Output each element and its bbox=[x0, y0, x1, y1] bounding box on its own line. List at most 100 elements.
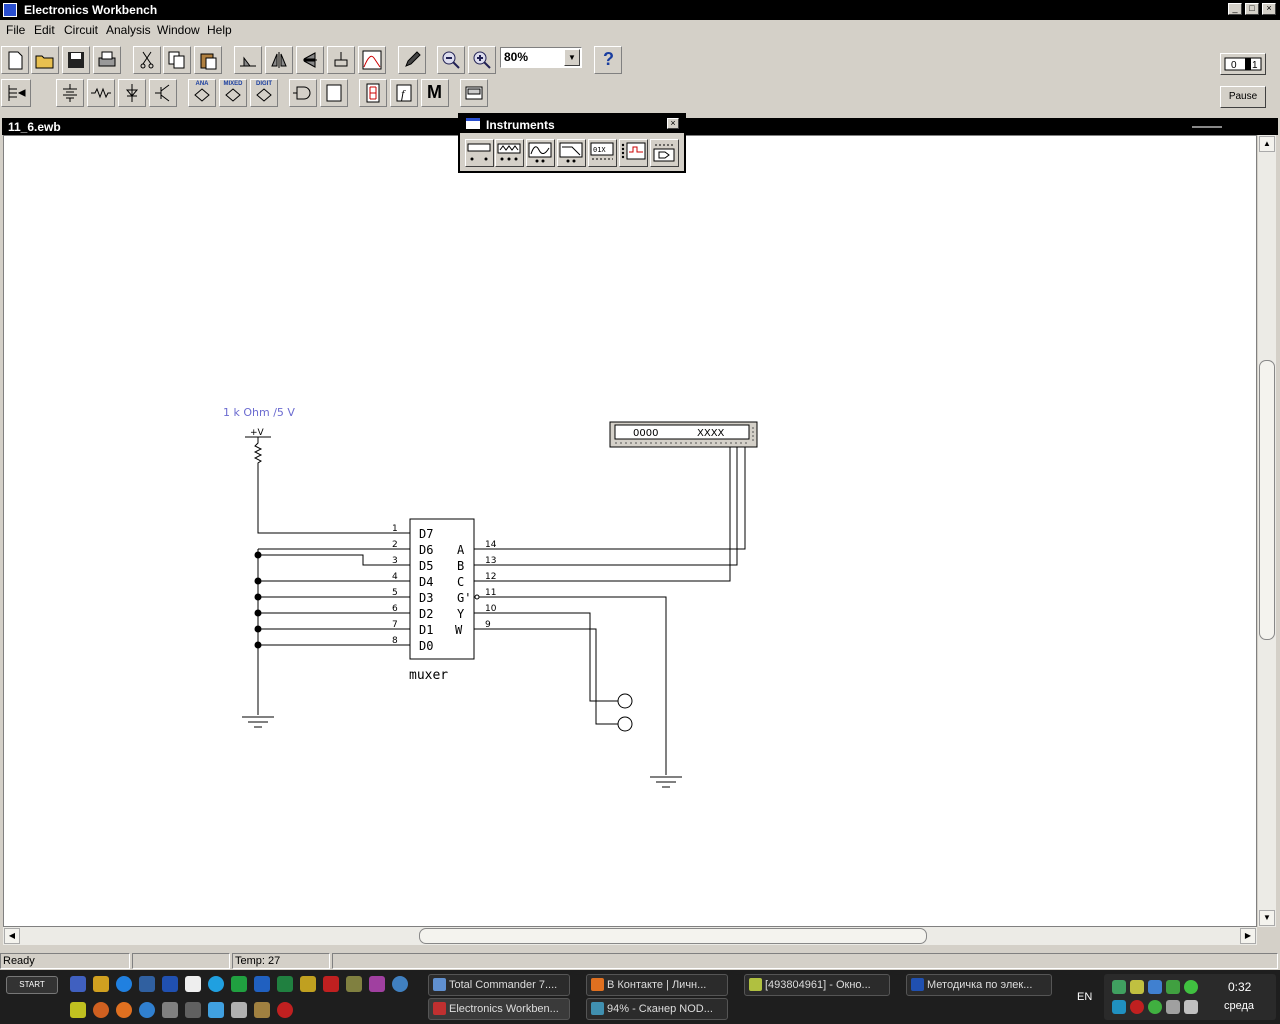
logic-gates-bin-button[interactable] bbox=[289, 79, 317, 107]
quicklaunch-excel-icon[interactable] bbox=[277, 976, 293, 992]
component-properties-button[interactable] bbox=[398, 46, 426, 74]
ground-right[interactable] bbox=[650, 776, 682, 788]
controls-bin-button[interactable]: f bbox=[390, 79, 418, 107]
tray-antivirus-icon[interactable] bbox=[1130, 1000, 1144, 1014]
subcircuit-button[interactable] bbox=[327, 46, 355, 74]
ground-left[interactable] bbox=[242, 716, 274, 728]
favorites-button[interactable] bbox=[1, 79, 31, 107]
circuit-canvas[interactable]: 1 k Ohm /5 V +V 1 2 3 4 5 6 7 8 D7 D6 D5… bbox=[3, 135, 1257, 927]
horizontal-scroll-thumb[interactable] bbox=[419, 928, 927, 944]
menu-window[interactable]: Window bbox=[157, 23, 200, 37]
instruments-close-icon[interactable]: × bbox=[667, 118, 679, 129]
tray-n-icon[interactable] bbox=[1166, 980, 1180, 994]
quicklaunch-mail-icon[interactable] bbox=[93, 1002, 109, 1018]
scroll-down-icon[interactable]: ▼ bbox=[1259, 910, 1275, 926]
flip-horizontal-button[interactable] bbox=[265, 46, 293, 74]
digital-ics-bin-button[interactable]: DIGIT bbox=[250, 79, 278, 107]
task-vkontakte[interactable]: В Контакте | Личн... bbox=[586, 974, 728, 996]
copy-button[interactable] bbox=[163, 46, 191, 74]
logic-converter-button[interactable] bbox=[650, 139, 679, 167]
save-button[interactable] bbox=[62, 46, 90, 74]
quicklaunch-calc-icon[interactable] bbox=[231, 1002, 247, 1018]
instruments-title-bar[interactable]: Instruments × bbox=[460, 115, 684, 133]
scroll-right-icon[interactable]: ▶ bbox=[1240, 928, 1256, 944]
minimize-icon[interactable]: _ bbox=[1228, 3, 1242, 15]
open-button[interactable] bbox=[31, 46, 59, 74]
quicklaunch-grid-icon[interactable] bbox=[185, 976, 201, 992]
quicklaunch-bug-icon[interactable] bbox=[70, 1002, 86, 1018]
scroll-left-icon[interactable]: ◀ bbox=[4, 928, 20, 944]
quicklaunch-photoshop-icon[interactable] bbox=[254, 976, 270, 992]
quicklaunch-lightning-icon[interactable] bbox=[93, 976, 109, 992]
tray-network-icon[interactable] bbox=[1112, 980, 1126, 994]
quicklaunch-firefox-icon[interactable] bbox=[116, 1002, 132, 1018]
transistors-bin-button[interactable] bbox=[149, 79, 177, 107]
print-button[interactable] bbox=[93, 46, 121, 74]
menu-file[interactable]: File bbox=[6, 23, 25, 37]
language-indicator[interactable]: EN bbox=[1077, 991, 1092, 1003]
task-nod-scanner[interactable]: 94% - Сканер NOD... bbox=[586, 998, 728, 1020]
quicklaunch-chip-icon[interactable] bbox=[254, 1002, 270, 1018]
quicklaunch-k2-icon[interactable] bbox=[139, 1002, 155, 1018]
new-button[interactable] bbox=[1, 46, 29, 74]
task-chat-window[interactable]: [493804961] - Окно... bbox=[744, 974, 890, 996]
quicklaunch-chat-icon[interactable] bbox=[208, 1002, 224, 1018]
flip-vertical-button[interactable] bbox=[296, 46, 324, 74]
vcc-source[interactable] bbox=[245, 436, 271, 469]
close-icon[interactable]: × bbox=[1262, 3, 1276, 15]
task-total-commander[interactable]: Total Commander 7.... bbox=[428, 974, 570, 996]
quicklaunch-tool-icon[interactable] bbox=[300, 976, 316, 992]
menu-edit[interactable]: Edit bbox=[34, 23, 55, 37]
pause-button[interactable]: Pause bbox=[1220, 86, 1266, 108]
tray-skype-icon[interactable] bbox=[1112, 1000, 1126, 1014]
sources-bin-button[interactable] bbox=[56, 79, 84, 107]
tray-bug-icon[interactable] bbox=[1130, 980, 1144, 994]
rotate-button[interactable] bbox=[234, 46, 262, 74]
quicklaunch-word-icon[interactable] bbox=[162, 976, 178, 992]
quicklaunch-desktop-icon[interactable] bbox=[139, 976, 155, 992]
task-word-document[interactable]: Методичка по элек... bbox=[906, 974, 1052, 996]
menu-help[interactable]: Help bbox=[207, 23, 232, 37]
zoom-select[interactable]: 80% ▼ bbox=[500, 47, 582, 68]
quicklaunch-save-icon[interactable] bbox=[70, 976, 86, 992]
quicklaunch-p-icon[interactable] bbox=[231, 976, 247, 992]
quicklaunch-film-icon[interactable] bbox=[185, 1002, 201, 1018]
activate-simulation-switch[interactable]: 01 bbox=[1220, 53, 1266, 75]
graph-button[interactable] bbox=[358, 46, 386, 74]
tray-icq-icon[interactable] bbox=[1148, 1000, 1162, 1014]
start-button[interactable]: START bbox=[6, 976, 58, 994]
tray-status-icon[interactable] bbox=[1184, 980, 1198, 994]
menu-analysis[interactable]: Analysis bbox=[106, 23, 151, 37]
quicklaunch-ie-icon[interactable] bbox=[116, 976, 132, 992]
miscellaneous-bin-button[interactable]: M bbox=[421, 79, 449, 107]
digital-bin-button[interactable] bbox=[320, 79, 348, 107]
quicklaunch-k-icon[interactable] bbox=[392, 976, 408, 992]
mixed-ics-bin-button[interactable]: MIXED bbox=[219, 79, 247, 107]
quicklaunch-winamp-icon[interactable] bbox=[369, 976, 385, 992]
bode-plotter-button[interactable] bbox=[557, 139, 586, 167]
word-generator-button[interactable]: 01X bbox=[588, 139, 617, 167]
chevron-down-icon[interactable]: ▼ bbox=[564, 49, 580, 66]
zoom-out-button[interactable] bbox=[437, 46, 465, 74]
quicklaunch-skype-icon[interactable] bbox=[208, 976, 224, 992]
word-generator[interactable]: 0000 XXXX bbox=[609, 421, 758, 448]
zoom-in-button[interactable] bbox=[468, 46, 496, 74]
document-minimize-icon[interactable] bbox=[1192, 126, 1222, 128]
function-generator-button[interactable] bbox=[495, 139, 524, 167]
paste-button[interactable] bbox=[194, 46, 222, 74]
quicklaunch-opera-icon[interactable] bbox=[277, 1002, 293, 1018]
oscilloscope-button[interactable] bbox=[526, 139, 555, 167]
indicators-bin-button[interactable] bbox=[359, 79, 387, 107]
instruments-bin-button[interactable] bbox=[460, 79, 488, 107]
quicklaunch-pen-icon[interactable] bbox=[162, 1002, 178, 1018]
task-electronics-workbench[interactable]: Electronics Workben... bbox=[428, 998, 570, 1020]
quicklaunch-sheet-icon[interactable] bbox=[323, 976, 339, 992]
vertical-scroll-thumb[interactable] bbox=[1259, 360, 1275, 640]
scroll-up-icon[interactable]: ▲ bbox=[1259, 136, 1275, 152]
cut-button[interactable] bbox=[133, 46, 161, 74]
tray-volume-icon[interactable] bbox=[1166, 1000, 1180, 1014]
tray-monitor-icon[interactable] bbox=[1148, 980, 1162, 994]
help-button[interactable]: ? bbox=[594, 46, 622, 74]
maximize-icon[interactable]: □ bbox=[1245, 3, 1259, 15]
multimeter-button[interactable] bbox=[465, 139, 494, 167]
